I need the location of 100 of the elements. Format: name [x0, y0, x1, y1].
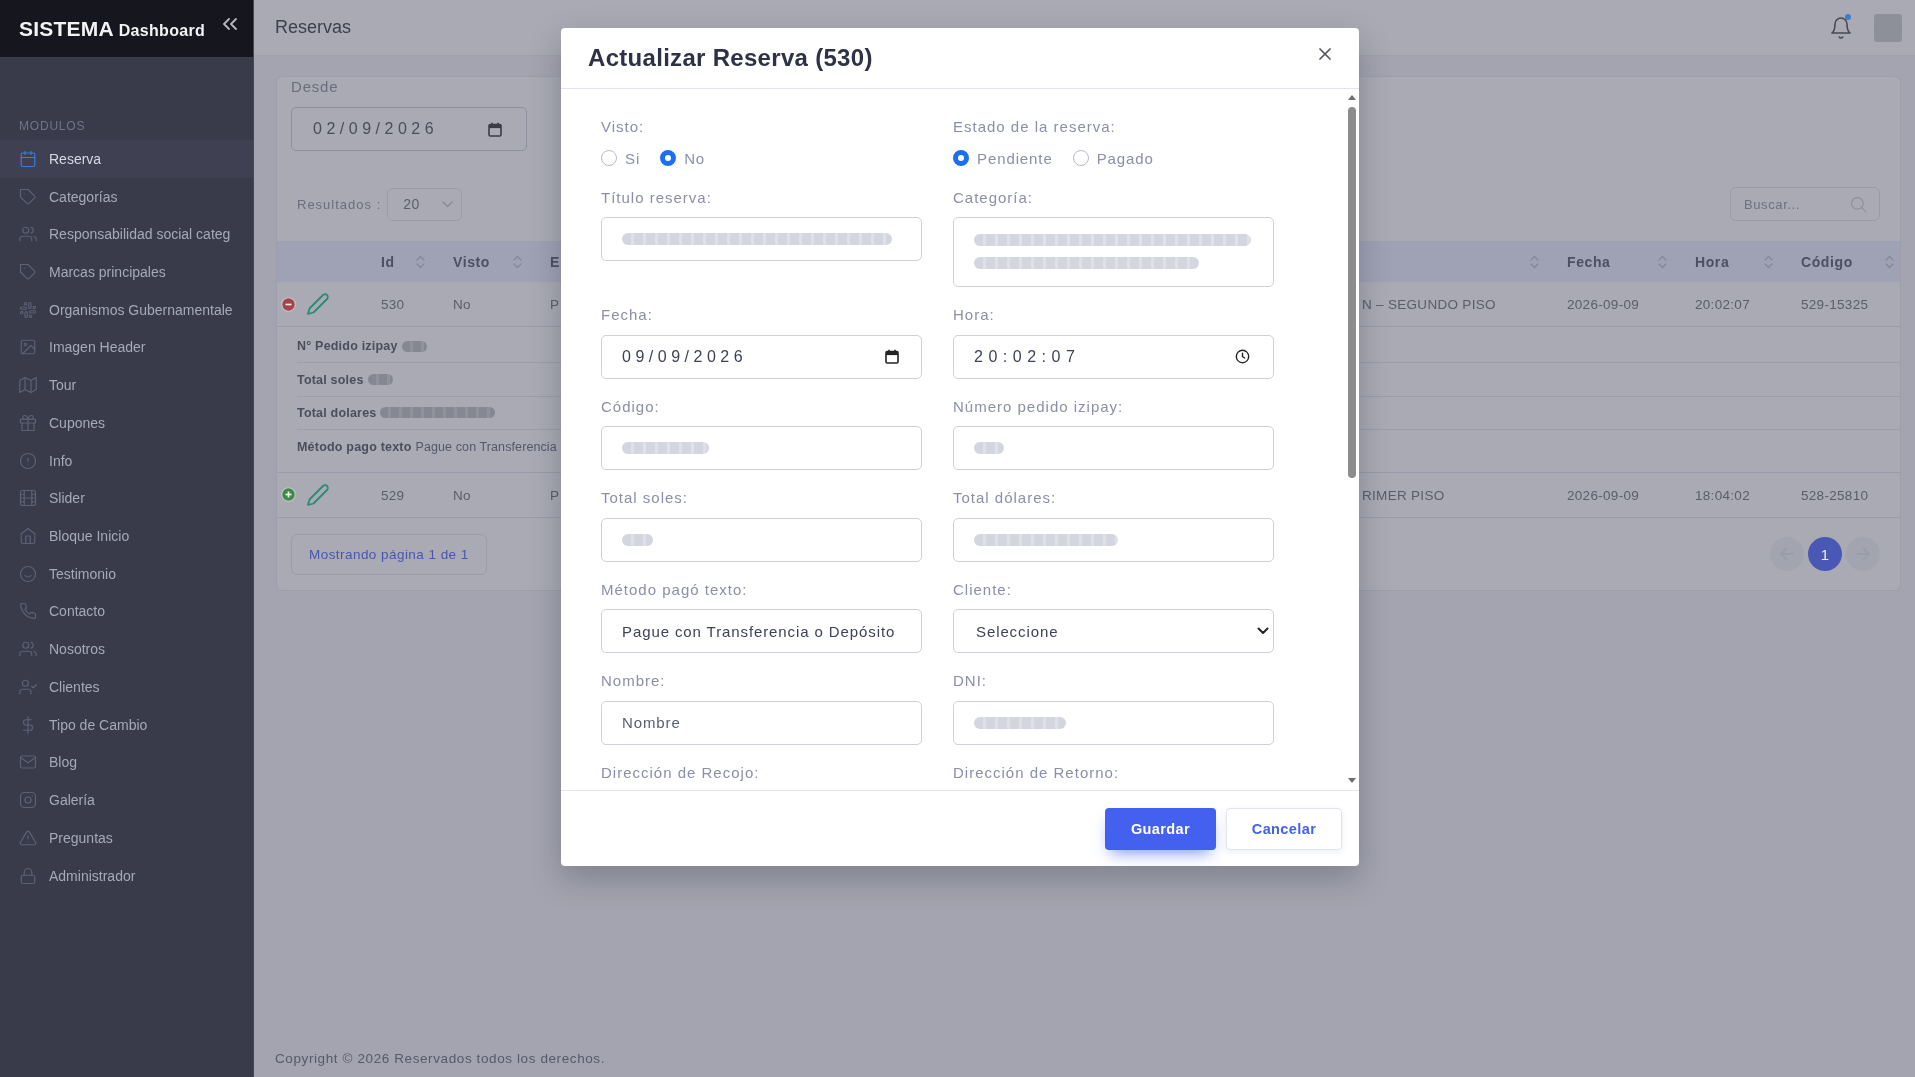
- table-cell: P: [550, 487, 560, 503]
- scroll-down-icon[interactable]: [1348, 778, 1356, 783]
- sidebar-item[interactable]: Blog: [0, 743, 253, 782]
- sort-icon[interactable]: [1658, 254, 1667, 269]
- radio-button[interactable]: [1072, 150, 1089, 166]
- field-label: Dirección de Retorno:: [953, 762, 1120, 783]
- phone-icon: [19, 602, 37, 621]
- sidebar-item[interactable]: Galería: [0, 781, 253, 819]
- page-indicator: Mostrando página 1 de 1: [291, 533, 487, 575]
- double-chevron-icon[interactable]: [223, 18, 237, 30]
- field-label: Resultados :: [297, 196, 382, 212]
- scrollbar-thumb[interactable]: [1348, 107, 1356, 478]
- warning-icon: [19, 828, 37, 847]
- page-button[interactable]: 1: [1808, 537, 1842, 572]
- close-icon[interactable]: [1319, 48, 1331, 60]
- radio-button[interactable]: [601, 150, 617, 166]
- detail-label: Total dolares: [297, 405, 377, 420]
- field-label: Desde: [291, 77, 339, 97]
- sidebar-item[interactable]: Slider: [0, 479, 253, 518]
- select-input[interactable]: Seleccione: [953, 609, 1274, 653]
- sidebar-item[interactable]: Tipo de Cambio: [0, 705, 253, 744]
- text-input[interactable]: [601, 517, 922, 562]
- field-label: Número pedido izipay:: [953, 396, 1124, 417]
- sidebar-item[interactable]: Imagen Header: [0, 328, 253, 367]
- bell-icon[interactable]: [1830, 16, 1852, 39]
- sidebar-item[interactable]: Tour: [0, 366, 253, 405]
- table-cell: No: [453, 297, 471, 312]
- sort-icon[interactable]: [513, 254, 522, 269]
- tag-icon: [19, 263, 37, 281]
- table-cell: No: [453, 487, 471, 503]
- chevron-down-icon: [442, 200, 454, 208]
- pencil-icon[interactable]: [307, 293, 329, 315]
- sort-icon[interactable]: [1885, 254, 1894, 269]
- avatar-image[interactable]: [1874, 13, 1902, 42]
- text-input[interactable]: Pague con Transferencia o Depósito: [601, 609, 922, 653]
- textarea-input[interactable]: [953, 217, 1274, 287]
- sidebar-item[interactable]: Responsabilidad social categ: [0, 215, 253, 254]
- sidebar-item[interactable]: Cupones: [0, 404, 253, 442]
- text-input[interactable]: [953, 517, 1274, 562]
- field-label: Hora:: [953, 305, 995, 325]
- sidebar-item[interactable]: Contacto: [0, 592, 253, 631]
- sidebar-item[interactable]: Clientes: [0, 668, 253, 706]
- column-header[interactable]: Hora: [1695, 253, 1730, 270]
- table-cell: 2026-09-09: [1567, 297, 1640, 312]
- sort-icon[interactable]: [1530, 254, 1539, 269]
- text-input[interactable]: [953, 426, 1274, 470]
- text-input[interactable]: [601, 217, 922, 261]
- sort-icon[interactable]: [1764, 254, 1773, 269]
- field-label: DNI:: [953, 671, 987, 691]
- calendar-icon[interactable]: [885, 349, 899, 364]
- radio-label[interactable]: Pagado: [1096, 149, 1154, 167]
- time-input[interactable]: 20:02:07: [953, 334, 1274, 379]
- lock-icon: [19, 866, 37, 885]
- field-label: Dirección de Recojo:: [601, 762, 760, 783]
- table-cell: 18:04:02: [1695, 487, 1750, 503]
- radio-button[interactable]: [660, 150, 677, 166]
- clock-icon[interactable]: [1235, 349, 1250, 364]
- sidebar-item[interactable]: Administrador: [0, 856, 253, 895]
- pinwheel-icon: [19, 300, 37, 319]
- smiley-icon: [19, 564, 37, 583]
- radio-label[interactable]: Pendiente: [977, 149, 1053, 167]
- brand-title: SISTEMA: [19, 16, 114, 41]
- date-input[interactable]: 02/09/2026: [291, 107, 527, 151]
- sort-icon[interactable]: [416, 254, 425, 269]
- search-icon[interactable]: [1850, 195, 1867, 213]
- page-size-select[interactable]: 20: [387, 187, 463, 221]
- text-input[interactable]: Nombre: [601, 700, 922, 745]
- column-header[interactable]: E: [550, 253, 560, 270]
- cancel-button[interactable]: Cancelar: [1226, 807, 1342, 850]
- field-label: Cliente:: [953, 579, 1012, 600]
- sidebar-item[interactable]: Categorías: [0, 177, 253, 216]
- sidebar-item[interactable]: Testimonio: [0, 554, 253, 593]
- detail-label: N° Pedido izipay: [297, 339, 398, 354]
- sidebar-item[interactable]: Nosotros: [0, 630, 253, 669]
- camera-icon: [19, 791, 37, 810]
- copyright-text: Copyright © 2026 Reservados todos los derechos.: [275, 1050, 606, 1066]
- column-header[interactable]: Código: [1801, 253, 1853, 270]
- save-button[interactable]: Guardar: [1105, 807, 1216, 850]
- radio-label[interactable]: Si: [625, 149, 641, 167]
- sidebar-item[interactable]: Bloque Inicio: [0, 517, 253, 555]
- sidebar-item[interactable]: Info: [0, 441, 253, 480]
- minus-circle-icon[interactable]: [281, 296, 296, 312]
- column-header[interactable]: Fecha: [1567, 253, 1611, 270]
- column-header[interactable]: Visto: [453, 253, 490, 270]
- radio-button[interactable]: [953, 150, 969, 166]
- column-header[interactable]: Id: [381, 253, 395, 270]
- sidebar-item[interactable]: Reserva: [0, 140, 253, 178]
- sidebar-item[interactable]: Preguntas: [0, 818, 253, 857]
- text-input[interactable]: [601, 426, 922, 470]
- plus-circle-icon[interactable]: [281, 487, 296, 503]
- scroll-up-icon[interactable]: [1348, 95, 1356, 100]
- radio-label[interactable]: No: [684, 149, 706, 167]
- sidebar-item[interactable]: Marcas principales: [0, 253, 253, 291]
- date-input[interactable]: 09/09/2026: [601, 334, 922, 379]
- chevron-down-icon: [1257, 627, 1269, 635]
- sidebar-item[interactable]: Organismos Gubernamentale: [0, 290, 253, 329]
- pencil-icon[interactable]: [307, 483, 329, 506]
- text-input[interactable]: [953, 700, 1274, 745]
- gift-icon: [19, 413, 37, 432]
- people-icon: [19, 225, 37, 244]
